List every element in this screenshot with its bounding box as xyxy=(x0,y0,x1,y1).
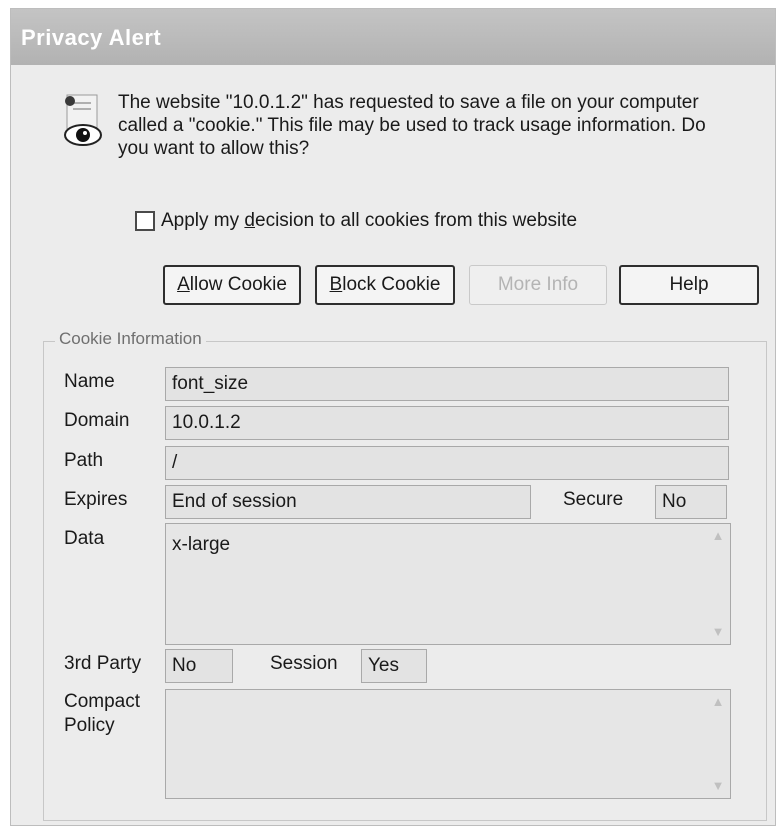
name-label: Name xyxy=(64,371,115,392)
compact-policy-textarea[interactable]: ▲ ▼ xyxy=(165,689,731,799)
more-info-button[interactable]: More Info xyxy=(469,265,607,305)
scroll-down-arrow-icon[interactable]: ▼ xyxy=(708,776,728,796)
apply-all-checkbox[interactable] xyxy=(135,211,155,231)
compact-policy-label-line2: Policy xyxy=(64,715,115,736)
block-cookie-button[interactable]: Block Cookie xyxy=(315,265,455,305)
domain-field[interactable]: 10.0.1.2 xyxy=(165,406,729,440)
third-party-label: 3rd Party xyxy=(64,653,142,674)
data-label: Data xyxy=(64,528,105,549)
privacy-alert-dialog: Privacy Alert The website "10.0.1.2" has… xyxy=(10,8,776,826)
expires-label: Expires xyxy=(64,489,128,510)
cookie-information-legend: Cookie Information xyxy=(55,329,206,349)
session-label: Session xyxy=(270,653,338,674)
title-bar[interactable]: Privacy Alert xyxy=(11,9,775,65)
scroll-down-arrow-icon[interactable]: ▼ xyxy=(708,622,728,642)
help-button[interactable]: Help xyxy=(619,265,759,305)
compact-policy-label-line1: Compact xyxy=(64,691,141,712)
scroll-up-arrow-icon[interactable]: ▲ xyxy=(708,692,728,712)
compact-policy-scrollbar[interactable]: ▲ ▼ xyxy=(708,692,728,796)
scroll-up-arrow-icon[interactable]: ▲ xyxy=(708,526,728,546)
allow-cookie-button[interactable]: Allow Cookie xyxy=(163,265,301,305)
path-field[interactable]: / xyxy=(165,446,729,480)
secure-field[interactable]: No xyxy=(655,485,727,519)
data-scrollbar[interactable]: ▲ ▼ xyxy=(708,526,728,642)
expires-field[interactable]: End of session xyxy=(165,485,531,519)
secure-label: Secure xyxy=(563,489,624,510)
data-value: x-large xyxy=(172,534,231,555)
prompt-message: The website "10.0.1.2" has requested to … xyxy=(118,92,706,159)
dialog-title: Privacy Alert xyxy=(21,25,162,50)
data-textarea[interactable]: x-large ▲ ▼ xyxy=(165,523,731,645)
dialog-body: The website "10.0.1.2" has requested to … xyxy=(11,65,775,825)
apply-all-label[interactable]: Apply my decision to all cookies from th… xyxy=(161,210,577,232)
apply-all-row[interactable]: Apply my decision to all cookies from th… xyxy=(135,210,577,232)
name-field[interactable]: font_size xyxy=(165,367,729,401)
third-party-field[interactable]: No xyxy=(165,649,233,683)
session-field[interactable]: Yes xyxy=(361,649,427,683)
privacy-eye-icon xyxy=(64,94,102,146)
path-label: Path xyxy=(64,450,104,471)
domain-label: Domain xyxy=(64,410,130,431)
